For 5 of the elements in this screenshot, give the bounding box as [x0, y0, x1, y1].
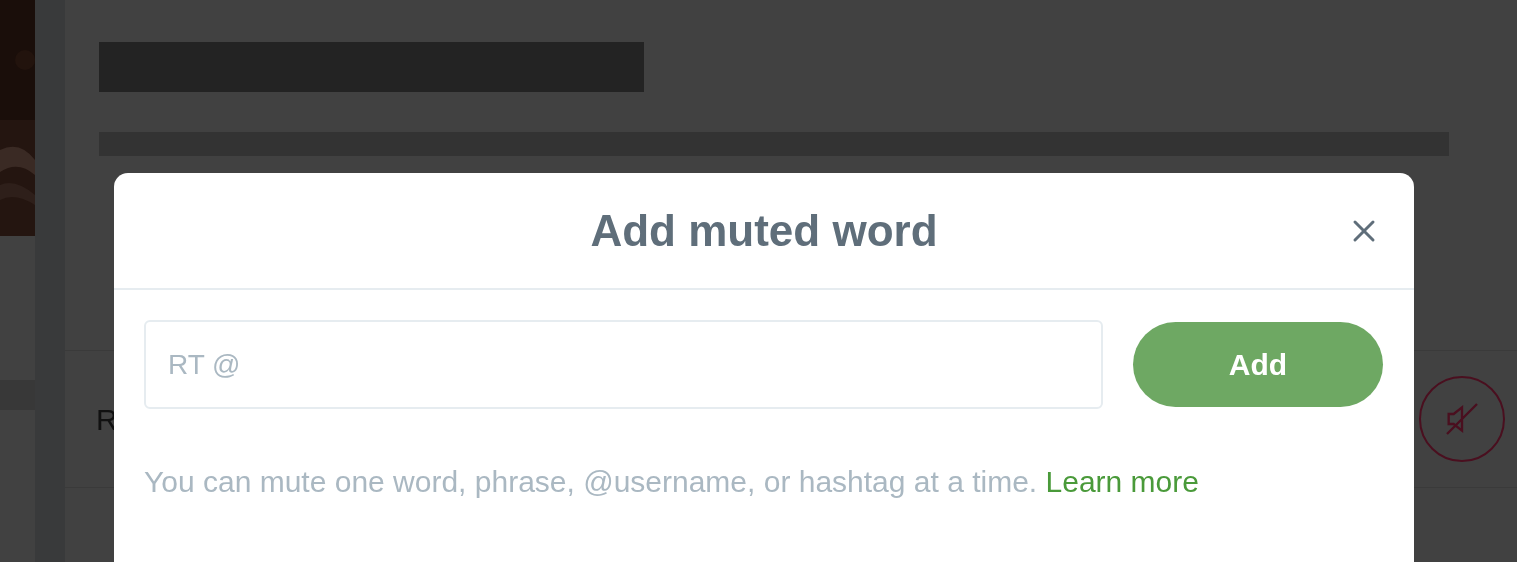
- help-text: You can mute one word, phrase, @username, or hashtag at a time. Learn more: [143, 464, 1200, 500]
- muted-word-input[interactable]: RT @: [144, 320, 1103, 409]
- add-button[interactable]: Add: [1133, 322, 1383, 407]
- dialog-title: Add muted word: [590, 204, 938, 257]
- learn-more-link[interactable]: Learn more: [1045, 465, 1199, 498]
